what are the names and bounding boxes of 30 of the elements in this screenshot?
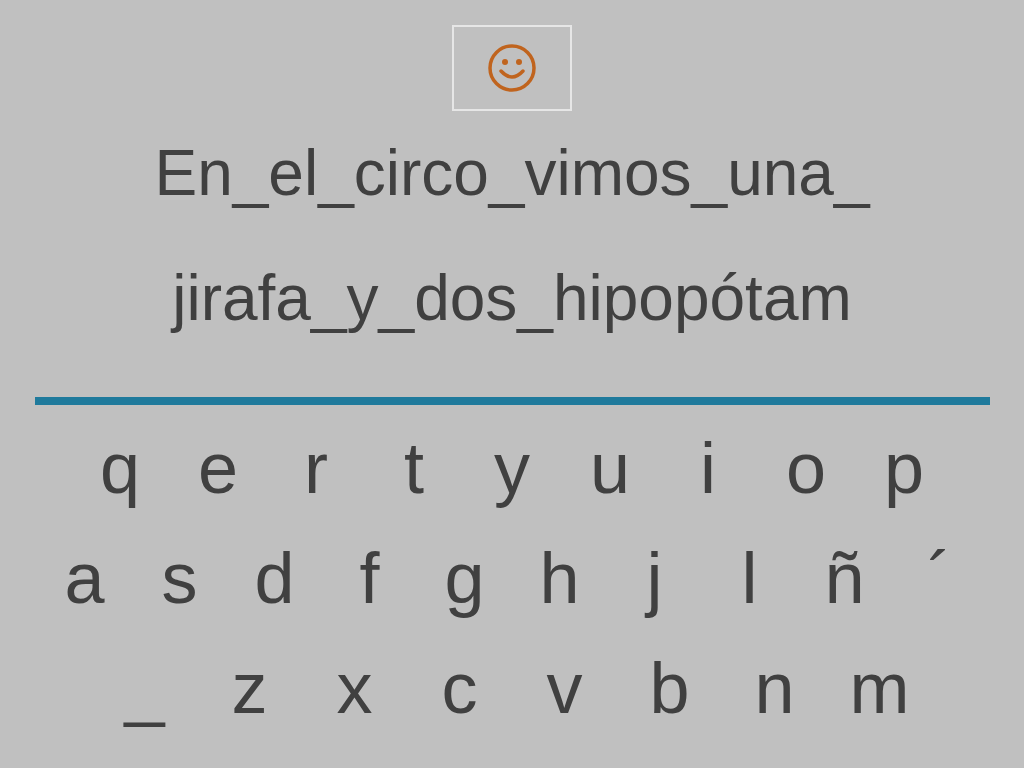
letter-key[interactable]: z [197,633,302,743]
smiley-icon [487,43,537,93]
letter-key[interactable]: o [757,413,855,523]
letter-key[interactable]: g [417,523,512,633]
letter-key[interactable]: h [512,523,607,633]
letter-key[interactable]: e [169,413,267,523]
letter-key[interactable]: _ [92,633,197,743]
sentence-text: En_el_circo_vimos_una_ [154,137,870,209]
letter-key[interactable]: b [617,633,722,743]
letter-key[interactable]: l [702,523,797,633]
letter-key[interactable]: i [659,413,757,523]
letter-key[interactable]: x [302,633,407,743]
letter-key[interactable]: ñ [797,523,892,633]
letter-key[interactable]: ´ [892,523,987,633]
letter-key[interactable]: t [365,413,463,523]
letter-key[interactable]: y [463,413,561,523]
letter-key[interactable]: r [267,413,365,523]
letter-key[interactable]: j [607,523,702,633]
letter-key[interactable]: p [855,413,953,523]
letter-key[interactable]: m [827,633,932,743]
sentence-text: jirafa_y_dos_hipopótam [172,262,852,334]
letter-key[interactable]: v [512,633,617,743]
letter-key[interactable]: c [407,633,512,743]
letter-key[interactable]: s [132,523,227,633]
letter-key[interactable]: n [722,633,827,743]
letter-key[interactable]: q [71,413,169,523]
letter-key[interactable]: u [561,413,659,523]
letter-key[interactable]: d [227,523,322,633]
letter-key[interactable]: f [322,523,417,633]
letter-key[interactable]: a [37,523,132,633]
